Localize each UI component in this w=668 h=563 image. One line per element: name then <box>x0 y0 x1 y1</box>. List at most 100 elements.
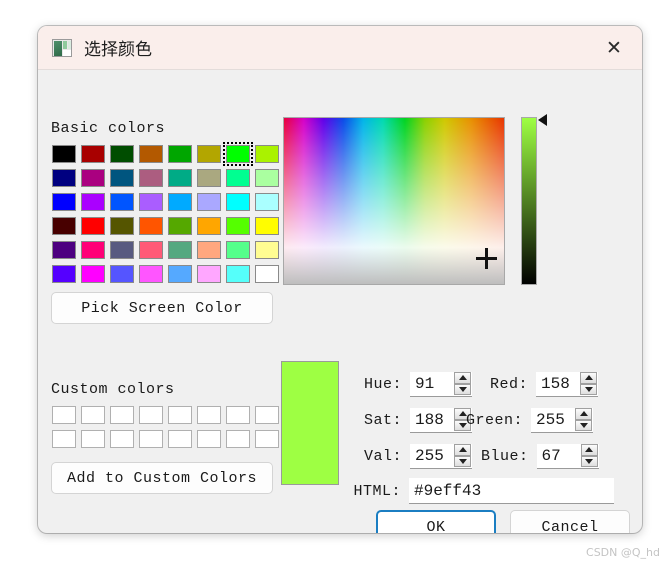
basic-color-swatch[interactable] <box>226 217 250 235</box>
basic-color-swatch[interactable] <box>168 169 192 187</box>
html-hex-input[interactable]: #9eff43 <box>409 478 614 504</box>
basic-color-swatch[interactable] <box>139 241 163 259</box>
custom-color-swatch[interactable] <box>255 406 279 424</box>
basic-color-swatch[interactable] <box>110 169 134 187</box>
basic-color-swatch[interactable] <box>226 265 250 283</box>
hue-step-down-icon[interactable] <box>454 383 471 395</box>
hue-input[interactable]: 91 <box>410 371 472 397</box>
green-step-up-icon[interactable] <box>575 408 593 420</box>
basic-color-swatch[interactable] <box>52 241 76 259</box>
basic-color-swatch[interactable] <box>52 169 76 187</box>
red-stepper[interactable] <box>580 372 598 395</box>
basic-color-swatch[interactable] <box>110 193 134 211</box>
ok-button[interactable]: OK <box>376 510 496 533</box>
basic-color-swatch[interactable] <box>139 169 163 187</box>
sat-input[interactable]: 188 <box>410 407 472 433</box>
basic-color-swatch[interactable] <box>168 265 192 283</box>
custom-color-swatch[interactable] <box>139 406 163 424</box>
basic-color-swatch[interactable] <box>255 145 279 163</box>
blue-step-up-icon[interactable] <box>580 444 598 456</box>
green-step-down-icon[interactable] <box>575 419 593 431</box>
green-stepper[interactable] <box>575 408 593 431</box>
custom-color-swatch[interactable] <box>139 430 163 448</box>
value-slider[interactable] <box>521 117 537 285</box>
basic-color-swatch[interactable] <box>168 145 192 163</box>
custom-color-swatch[interactable] <box>168 406 192 424</box>
basic-color-swatch[interactable] <box>226 193 250 211</box>
custom-color-swatch[interactable] <box>255 430 279 448</box>
basic-color-swatch[interactable] <box>168 217 192 235</box>
basic-color-swatch[interactable] <box>255 193 279 211</box>
basic-color-swatch[interactable] <box>226 241 250 259</box>
basic-color-swatch[interactable] <box>52 145 76 163</box>
custom-color-swatch[interactable] <box>226 430 250 448</box>
basic-color-swatch[interactable] <box>197 193 221 211</box>
basic-color-swatch[interactable] <box>81 265 105 283</box>
custom-color-swatch[interactable] <box>81 406 105 424</box>
val-value: 255 <box>415 446 444 465</box>
basic-color-swatch[interactable] <box>255 265 279 283</box>
basic-color-swatch[interactable] <box>110 241 134 259</box>
basic-color-swatch[interactable] <box>255 169 279 187</box>
sat-label: Sat: <box>363 411 402 429</box>
cancel-button[interactable]: Cancel <box>510 510 630 533</box>
custom-color-swatch[interactable] <box>168 430 192 448</box>
basic-color-swatch[interactable] <box>255 241 279 259</box>
basic-color-swatch[interactable] <box>226 169 250 187</box>
basic-color-swatch[interactable] <box>81 217 105 235</box>
basic-color-swatch[interactable] <box>197 265 221 283</box>
custom-color-swatch[interactable] <box>110 430 134 448</box>
title-bar: 选择颜色 ✕ <box>38 26 642 70</box>
basic-color-swatch[interactable] <box>52 265 76 283</box>
custom-color-swatch[interactable] <box>52 430 76 448</box>
basic-color-swatch[interactable] <box>197 169 221 187</box>
custom-color-swatch[interactable] <box>226 406 250 424</box>
basic-color-swatch[interactable] <box>52 217 76 235</box>
blue-step-down-icon[interactable] <box>580 455 598 467</box>
val-step-down-icon[interactable] <box>454 455 471 467</box>
basic-color-swatch[interactable] <box>139 217 163 235</box>
basic-color-swatch[interactable] <box>81 193 105 211</box>
hue-step-up-icon[interactable] <box>454 372 471 384</box>
red-step-up-icon[interactable] <box>580 372 598 384</box>
add-to-custom-colors-button[interactable]: Add to Custom Colors <box>51 462 273 494</box>
basic-color-swatch[interactable] <box>52 193 76 211</box>
custom-color-swatch[interactable] <box>81 430 105 448</box>
basic-color-swatch[interactable] <box>168 241 192 259</box>
red-input[interactable]: 158 <box>536 371 599 397</box>
custom-color-swatch[interactable] <box>52 406 76 424</box>
basic-color-swatch[interactable] <box>81 145 105 163</box>
basic-color-swatch[interactable] <box>139 193 163 211</box>
custom-color-swatch[interactable] <box>197 406 221 424</box>
basic-colors-grid[interactable] <box>52 142 279 283</box>
close-icon[interactable]: ✕ <box>596 33 632 63</box>
basic-color-swatch[interactable] <box>197 145 221 163</box>
basic-color-swatch[interactable] <box>197 241 221 259</box>
basic-color-swatch[interactable] <box>223 142 253 166</box>
basic-color-swatch[interactable] <box>110 217 134 235</box>
blue-stepper[interactable] <box>580 444 598 467</box>
hue-stepper[interactable] <box>454 372 471 395</box>
basic-color-swatch[interactable] <box>81 241 105 259</box>
custom-colors-grid[interactable] <box>52 406 279 448</box>
val-input[interactable]: 255 <box>410 443 472 469</box>
val-stepper[interactable] <box>454 444 471 467</box>
green-input[interactable]: 255 <box>531 407 594 433</box>
val-step-up-icon[interactable] <box>454 444 471 456</box>
blue-input[interactable]: 67 <box>536 443 599 469</box>
basic-color-swatch[interactable] <box>139 145 163 163</box>
pick-screen-color-button[interactable]: Pick Screen Color <box>51 292 273 324</box>
basic-color-swatch[interactable] <box>197 217 221 235</box>
basic-color-swatch[interactable] <box>110 265 134 283</box>
hue-field-row: Hue: 91 <box>360 371 472 397</box>
red-step-down-icon[interactable] <box>580 383 598 395</box>
basic-color-swatch[interactable] <box>110 145 134 163</box>
basic-color-swatch[interactable] <box>168 193 192 211</box>
basic-color-swatch[interactable] <box>139 265 163 283</box>
custom-color-swatch[interactable] <box>197 430 221 448</box>
basic-color-swatch[interactable] <box>255 217 279 235</box>
custom-color-swatch[interactable] <box>110 406 134 424</box>
value-slider-handle-icon[interactable] <box>538 114 547 126</box>
hue-saturation-plane[interactable] <box>283 117 505 285</box>
basic-color-swatch[interactable] <box>81 169 105 187</box>
